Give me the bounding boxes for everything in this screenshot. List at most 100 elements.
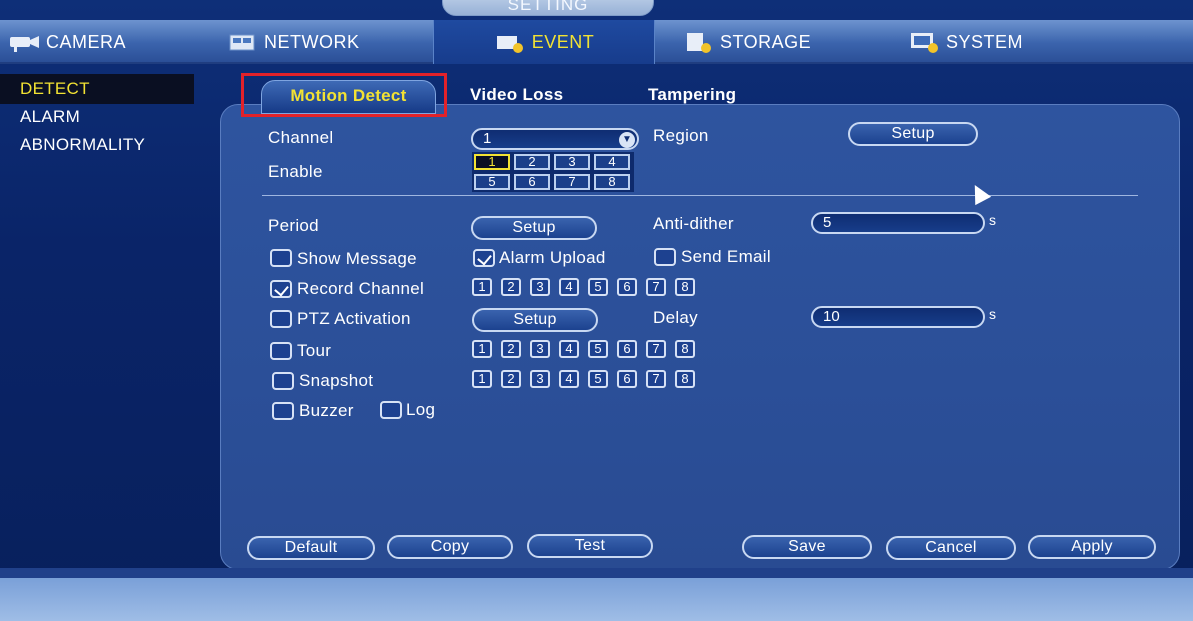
- storage-icon: [687, 33, 711, 53]
- record-channel-list: 1 2 3 4 5 6 7 8: [472, 278, 702, 296]
- apply-button[interactable]: Apply: [1028, 535, 1156, 559]
- enable-channel-cell[interactable]: 2: [514, 154, 550, 170]
- enable-channel-cell[interactable]: 7: [554, 174, 590, 190]
- buzzer-label: Buzzer: [299, 401, 354, 420]
- record-channel-box[interactable]: 2: [501, 278, 521, 296]
- enable-channel-grid: 1 2 3 4 5 6 7 8: [472, 152, 634, 192]
- delay-input[interactable]: 10: [811, 306, 985, 328]
- send-email-checkbox[interactable]: [654, 248, 676, 266]
- nav-camera[interactable]: CAMERA: [8, 20, 208, 64]
- tour-channel-box[interactable]: 7: [646, 340, 666, 358]
- sidebar-item-alarm[interactable]: ALARM: [0, 102, 194, 132]
- record-channel-checkbox[interactable]: [270, 280, 292, 298]
- enable-channel-cell[interactable]: 1: [474, 154, 510, 170]
- tab-video-loss[interactable]: Video Loss: [470, 80, 563, 114]
- nav-camera-label: CAMERA: [46, 31, 127, 52]
- default-button[interactable]: Default: [247, 536, 375, 560]
- ptz-setup-button[interactable]: Setup: [472, 308, 598, 332]
- snapshot-channel-box[interactable]: 5: [588, 370, 608, 388]
- tour-channel-box[interactable]: 4: [559, 340, 579, 358]
- nav-event-label: EVENT: [531, 31, 595, 52]
- log-label: Log: [406, 400, 436, 419]
- nav-system-label: SYSTEM: [946, 31, 1024, 52]
- nav-network[interactable]: NETWORK: [226, 20, 426, 64]
- channel-select[interactable]: 1 ▼: [471, 128, 639, 150]
- ptz-activation-label: PTZ Activation: [297, 309, 411, 328]
- tour-channel-box[interactable]: 5: [588, 340, 608, 358]
- tour-checkbox[interactable]: [270, 342, 292, 360]
- buzzer-checkbox[interactable]: [272, 402, 294, 420]
- delay-unit: s: [989, 306, 996, 322]
- channel-label: Channel: [268, 128, 334, 147]
- snapshot-channel-box[interactable]: 2: [501, 370, 521, 388]
- nav-storage-label: STORAGE: [720, 31, 812, 52]
- record-channel-box[interactable]: 1: [472, 278, 492, 296]
- sidebar-item-detect[interactable]: DETECT: [0, 74, 194, 104]
- section-divider: [262, 195, 1138, 196]
- anti-dither-unit: s: [989, 212, 996, 228]
- sidebar: DETECT ALARM ABNORMALITY: [0, 66, 200, 621]
- region-label: Region: [653, 126, 709, 145]
- ptz-activation-checkbox[interactable]: [270, 310, 292, 328]
- snapshot-channel-box[interactable]: 6: [617, 370, 637, 388]
- chevron-down-icon: ▼: [619, 132, 635, 148]
- window-title: SETTING: [442, 0, 654, 16]
- nav-system[interactable]: SYSTEM: [908, 20, 1118, 64]
- bottom-strip: [0, 578, 1193, 621]
- nav-event[interactable]: EVENT: [433, 20, 655, 64]
- copy-button[interactable]: Copy: [387, 535, 513, 559]
- record-channel-box[interactable]: 3: [530, 278, 550, 296]
- snapshot-channel-list: 1 2 3 4 5 6 7 8: [472, 370, 702, 388]
- dvr-setting-screen: SETTING CAMERA NETWORK EVENT STORAGE SYS…: [0, 0, 1193, 621]
- enable-channel-cell[interactable]: 6: [514, 174, 550, 190]
- snapshot-channel-box[interactable]: 7: [646, 370, 666, 388]
- anti-dither-input[interactable]: 5: [811, 212, 985, 234]
- record-channel-box[interactable]: 5: [588, 278, 608, 296]
- snapshot-channel-box[interactable]: 8: [675, 370, 695, 388]
- tour-channel-box[interactable]: 1: [472, 340, 492, 358]
- snapshot-checkbox[interactable]: [272, 372, 294, 390]
- sidebar-item-abnormality[interactable]: ABNORMALITY: [0, 130, 194, 160]
- tour-channel-list: 1 2 3 4 5 6 7 8: [472, 340, 702, 358]
- period-setup-button[interactable]: Setup: [471, 216, 597, 240]
- log-checkbox[interactable]: [380, 401, 402, 419]
- alarm-upload-checkbox[interactable]: [473, 249, 495, 267]
- enable-channel-cell[interactable]: 3: [554, 154, 590, 170]
- enable-channel-cell[interactable]: 8: [594, 174, 630, 190]
- tour-channel-box[interactable]: 6: [617, 340, 637, 358]
- enable-label: Enable: [268, 162, 323, 181]
- record-channel-box[interactable]: 6: [617, 278, 637, 296]
- save-button[interactable]: Save: [742, 535, 872, 559]
- snapshot-label: Snapshot: [299, 371, 374, 390]
- tour-channel-box[interactable]: 3: [530, 340, 550, 358]
- period-label: Period: [268, 216, 319, 235]
- settings-panel: [220, 104, 1180, 570]
- tour-channel-box[interactable]: 2: [501, 340, 521, 358]
- tour-channel-box[interactable]: 8: [675, 340, 695, 358]
- show-message-checkbox[interactable]: [270, 249, 292, 267]
- record-channel-box[interactable]: 8: [675, 278, 695, 296]
- enable-channel-cell[interactable]: 4: [594, 154, 630, 170]
- record-channel-box[interactable]: 4: [559, 278, 579, 296]
- snapshot-channel-box[interactable]: 3: [530, 370, 550, 388]
- send-email-label: Send Email: [681, 247, 771, 266]
- anti-dither-label: Anti-dither: [653, 214, 734, 233]
- tour-label: Tour: [297, 341, 332, 360]
- alarm-upload-label: Alarm Upload: [499, 248, 606, 267]
- record-channel-label: Record Channel: [297, 279, 425, 298]
- nav-storage[interactable]: STORAGE: [682, 20, 892, 64]
- system-icon: [911, 33, 938, 53]
- network-icon: [229, 34, 255, 51]
- cancel-button[interactable]: Cancel: [886, 536, 1016, 560]
- record-channel-box[interactable]: 7: [646, 278, 666, 296]
- channel-value: 1: [483, 130, 492, 147]
- snapshot-channel-box[interactable]: 1: [472, 370, 492, 388]
- snapshot-channel-box[interactable]: 4: [559, 370, 579, 388]
- event-icon: [496, 36, 523, 53]
- region-setup-button[interactable]: Setup: [848, 122, 978, 146]
- tab-tampering[interactable]: Tampering: [648, 80, 736, 114]
- test-button[interactable]: Test: [527, 534, 653, 558]
- highlight-box: [241, 73, 447, 117]
- main-nav: CAMERA NETWORK EVENT STORAGE SYSTEM: [0, 20, 1193, 64]
- enable-channel-cell[interactable]: 5: [474, 174, 510, 190]
